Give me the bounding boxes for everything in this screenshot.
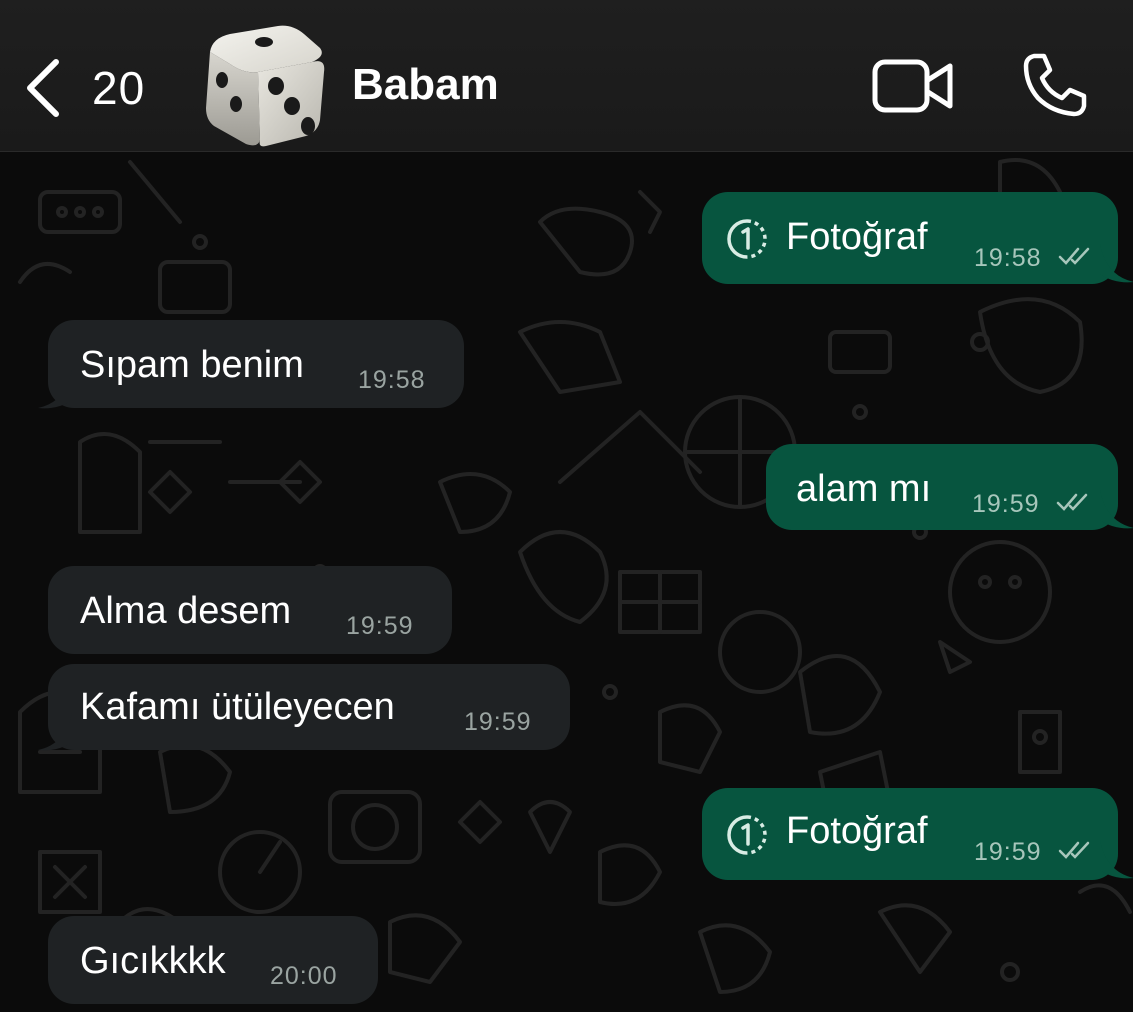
message-outgoing[interactable]: alam mı 19:59 (766, 444, 1133, 530)
message-incoming[interactable]: Gıcıkkkk 20:00 (48, 916, 378, 1004)
view-once-photo-icon (727, 219, 767, 259)
message-list[interactable]: Fotoğraf 19:58 Sıpam benim 19:58 alam mı… (0, 152, 1133, 1012)
message-incoming[interactable]: Sıpam benim 19:58 (38, 320, 464, 409)
contact-name[interactable]: Babam (352, 60, 499, 110)
message-outgoing-photo[interactable]: Fotoğraf 19:59 (702, 788, 1133, 880)
message-text: Kafamı ütüleyecen (80, 686, 395, 728)
message-time: 19:59 (464, 708, 532, 736)
message-text: Fotoğraf (786, 216, 928, 258)
phone-icon[interactable] (1022, 52, 1088, 118)
message-incoming[interactable]: Kafamı ütüleyecen 19:59 (38, 664, 570, 751)
bubble-tail (38, 712, 72, 751)
message-time: 19:59 (974, 838, 1042, 866)
message-outgoing-photo[interactable]: Fotoğraf 19:58 (702, 192, 1133, 284)
bubble-tail (38, 370, 72, 409)
chevron-left-icon (27, 59, 59, 117)
message-time: 19:58 (974, 244, 1042, 272)
bubble-tail (1100, 490, 1133, 529)
chat-header: 20 Babam (0, 0, 1133, 152)
message-text: Gıcıkkkk (80, 940, 226, 982)
message-text: Alma desem (80, 590, 292, 632)
view-once-photo-icon (727, 815, 767, 855)
double-check-icon (1058, 841, 1090, 859)
dice-icon[interactable] (200, 22, 330, 150)
bubble-tail (1100, 244, 1133, 283)
video-camera-icon[interactable] (872, 58, 954, 114)
double-check-icon (1058, 247, 1090, 265)
message-text: Sıpam benim (80, 344, 304, 386)
message-text: Fotoğraf (786, 810, 928, 852)
message-incoming[interactable]: Alma desem 19:59 (48, 566, 452, 654)
double-check-icon (1056, 493, 1088, 511)
message-text: alam mı (796, 468, 932, 510)
message-time: 19:59 (972, 490, 1040, 518)
unread-count: 20 (92, 62, 146, 114)
message-time: 20:00 (270, 962, 338, 990)
message-time: 19:58 (358, 366, 426, 394)
back-button[interactable]: 20 (22, 52, 162, 124)
bubble-tail (1100, 840, 1133, 879)
message-time: 19:59 (346, 612, 414, 640)
